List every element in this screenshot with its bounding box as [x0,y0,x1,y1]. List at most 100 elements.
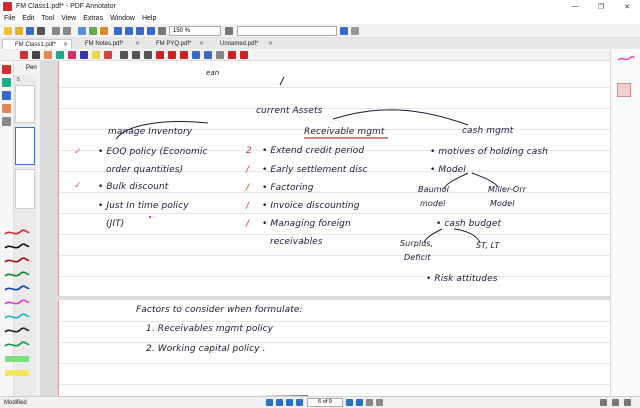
menu-extras[interactable]: Extras [83,15,103,22]
lasso-icon[interactable] [56,51,64,59]
pen-pink[interactable] [3,298,31,308]
pages-icon[interactable] [2,78,11,87]
close-tab-icon[interactable]: ✕ [135,39,140,49]
new-icon[interactable] [4,27,12,35]
favorite-icon[interactable] [228,51,236,59]
bookmark-icon[interactable] [2,65,11,74]
zoom-out-icon[interactable] [158,27,166,35]
forward-button[interactable] [366,399,373,406]
eraser-icon[interactable] [104,51,112,59]
search-next-icon[interactable] [351,27,359,35]
prev-page-button[interactable] [276,399,283,406]
status-text: Modified [4,400,27,406]
heart-icon[interactable] [240,51,248,59]
pen-width-label: Pen [26,65,37,71]
comments-icon[interactable] [2,91,11,100]
save-icon[interactable] [26,27,34,35]
highlighter-yellow[interactable] [3,368,31,378]
pen-dark-red[interactable] [3,256,31,266]
line-icon[interactable] [120,51,128,59]
pen-green-2[interactable] [3,340,31,350]
arrow-select-icon[interactable] [32,51,40,59]
maximize-button[interactable]: ❐ [588,0,614,13]
document-canvas[interactable]: ean current Assets manage Inventory ✓ • … [40,61,610,396]
back-button[interactable] [296,399,303,406]
page-thumbnail[interactable] [15,85,35,123]
select-icon[interactable] [78,27,86,35]
stamp-icon[interactable] [192,51,200,59]
magnifier-icon[interactable] [68,51,76,59]
menu-view[interactable]: View [61,15,76,22]
arrow-tool-icon[interactable] [132,51,140,59]
app-icon [3,2,12,11]
first-page-button[interactable] [266,399,273,406]
fullscreen-icon[interactable] [624,399,631,406]
page-thumbnail[interactable] [15,169,35,209]
zoom-icon[interactable] [100,27,108,35]
open-icon[interactable] [15,27,23,35]
fit-icon[interactable] [612,399,619,406]
menu-edit[interactable]: Edit [22,15,34,22]
pen-black[interactable] [3,242,31,252]
zoom-in-icon[interactable] [225,27,233,35]
pen-cyan[interactable] [3,312,31,322]
tab-fm-class1[interactable]: FM Class1.pdf* ✕ [2,39,72,49]
refresh-button[interactable] [376,399,383,406]
pen-red[interactable] [3,228,31,238]
prev-view-button[interactable] [286,399,293,406]
text-tool-icon[interactable] [144,51,152,59]
next-page-icon[interactable] [136,27,144,35]
redo-icon[interactable] [63,27,71,35]
minimize-button[interactable]: — [562,0,588,13]
link-icon[interactable] [216,51,224,59]
first-page-icon[interactable] [114,27,122,35]
pen-icon[interactable] [80,51,88,59]
image-icon[interactable] [204,51,212,59]
attachments-icon[interactable] [2,104,11,113]
hand-icon[interactable] [89,27,97,35]
tab-label: FM PYQ.pdf* [156,41,192,47]
last-page-button[interactable] [356,399,363,406]
layers-icon[interactable] [2,117,11,126]
pen-blue[interactable] [3,284,31,294]
search-icon[interactable] [340,27,348,35]
pen-presets [0,228,36,396]
highlighter-icon[interactable] [92,51,100,59]
page-thumbnail-current[interactable] [15,127,35,165]
pen-dark[interactable] [3,326,31,336]
status-bar: Modified 6 of 9 [0,396,640,408]
undo-icon[interactable] [52,27,60,35]
text-select-icon[interactable] [44,51,52,59]
rectangle-icon[interactable] [156,51,164,59]
page-indicator[interactable]: 6 of 9 [307,398,343,407]
menu-window[interactable]: Window [110,15,135,22]
search-input[interactable] [237,26,337,36]
layout-icon[interactable] [600,399,607,406]
close-tab-icon[interactable]: ✕ [268,39,273,49]
menu-tool[interactable]: Tool [41,15,54,22]
last-page-icon[interactable] [147,27,155,35]
pdf-page: ean current Assets manage Inventory ✓ • … [58,61,610,396]
highlighter-green[interactable] [3,354,31,364]
close-button[interactable]: ✕ [614,0,640,13]
close-tab-icon[interactable]: ✕ [199,39,204,49]
tab-unnamed[interactable]: Unnamed.pdf* ✕ [208,39,276,49]
pen-green[interactable] [3,270,31,280]
next-page-button[interactable] [346,399,353,406]
prev-page-icon[interactable] [125,27,133,35]
pink-pen-preview-icon[interactable] [617,55,635,63]
tab-fm-pyq[interactable]: FM PYQ.pdf* ✕ [144,39,207,49]
menu-file[interactable]: File [4,15,15,22]
sticky-note-icon[interactable] [617,83,631,97]
tab-label: FM Class1.pdf* [15,42,57,48]
thumbnail-page-number: 5 [17,77,20,83]
ellipse-icon[interactable] [168,51,176,59]
tab-fm-notes[interactable]: FM Notes.pdf* ✕ [73,39,143,49]
menu-bar: File Edit Tool View Extras Window Help [0,13,640,24]
zoom-select[interactable]: 150 % [169,26,221,36]
menu-help[interactable]: Help [142,15,156,22]
polygon-icon[interactable] [180,51,188,59]
print-icon[interactable] [37,27,45,35]
window-title: FM Class1.pdf* - PDF Annotator [16,3,116,10]
tools-icon[interactable] [20,51,28,59]
